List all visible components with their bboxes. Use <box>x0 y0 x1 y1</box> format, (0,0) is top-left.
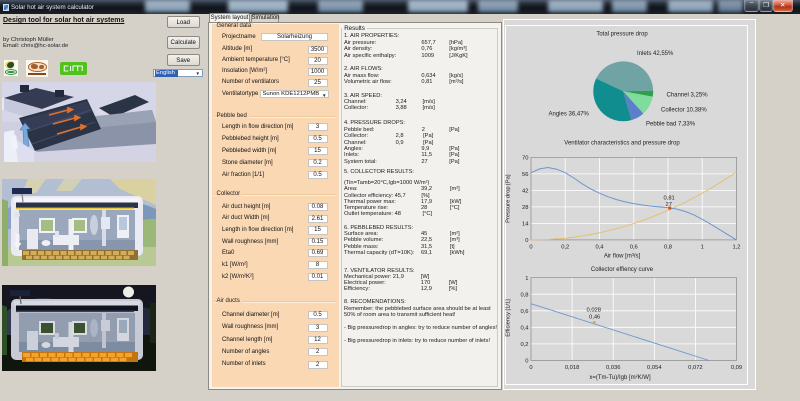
svg-text:0,028: 0,028 <box>587 308 602 314</box>
svg-text:0,8: 0,8 <box>664 245 672 251</box>
svg-text:0,036: 0,036 <box>606 365 621 371</box>
svg-text:0,2: 0,2 <box>561 245 569 251</box>
svg-text:Ventilator characteristics and: Ventilator characteristics and pressure … <box>564 141 680 147</box>
svg-text:0: 0 <box>529 365 532 371</box>
svg-text:Pebble bad 7,33%: Pebble bad 7,33% <box>646 122 696 128</box>
svg-text:Collector effiency curve: Collector effiency curve <box>591 267 654 273</box>
svg-text:Pressure drop [Pa]: Pressure drop [Pa] <box>506 174 512 223</box>
svg-text:42: 42 <box>522 189 528 195</box>
svg-text:28: 28 <box>522 205 528 211</box>
svg-text:x=(Tm-Tu)/Igb [m²K/W]: x=(Tm-Tu)/Igb [m²K/W] <box>589 375 651 381</box>
svg-text:1: 1 <box>525 276 528 282</box>
svg-text:Angles 36,47%: Angles 36,47% <box>549 112 590 118</box>
svg-text:0,054: 0,054 <box>647 365 662 371</box>
svg-text:0,018: 0,018 <box>565 365 580 371</box>
svg-text:Efficiency [1/1]: Efficiency [1/1] <box>506 299 512 337</box>
svg-text:0,2: 0,2 <box>520 342 528 348</box>
svg-text:0: 0 <box>525 359 528 365</box>
svg-text:Collector 10,38%: Collector 10,38% <box>661 108 707 114</box>
svg-text:14: 14 <box>522 222 529 228</box>
svg-text:0,8: 0,8 <box>520 292 528 298</box>
svg-text:0,6: 0,6 <box>630 245 638 251</box>
svg-text:Inlets 42,55%: Inlets 42,55% <box>637 51 674 57</box>
svg-text:70: 70 <box>522 156 528 162</box>
svg-text:0,6: 0,6 <box>520 309 528 315</box>
svg-text:0: 0 <box>529 245 532 251</box>
svg-text:Channel 3,25%: Channel 3,25% <box>667 93 709 99</box>
svg-text:0,81: 0,81 <box>664 196 675 202</box>
svg-text:Total pressure drop: Total pressure drop <box>596 32 648 38</box>
svg-text:Air flow [m³/s]: Air flow [m³/s] <box>604 254 641 260</box>
svg-text:1,2: 1,2 <box>732 245 740 251</box>
svg-text:0,46: 0,46 <box>589 315 600 321</box>
svg-text:0,4: 0,4 <box>595 245 604 251</box>
svg-text:0,09: 0,09 <box>731 365 742 371</box>
svg-text:27: 27 <box>666 202 672 208</box>
svg-text:56: 56 <box>522 172 528 178</box>
svg-text:0,072: 0,072 <box>688 365 703 371</box>
svg-text:0: 0 <box>525 238 528 244</box>
svg-text:1: 1 <box>701 245 704 251</box>
svg-text:0,4: 0,4 <box>520 326 529 332</box>
